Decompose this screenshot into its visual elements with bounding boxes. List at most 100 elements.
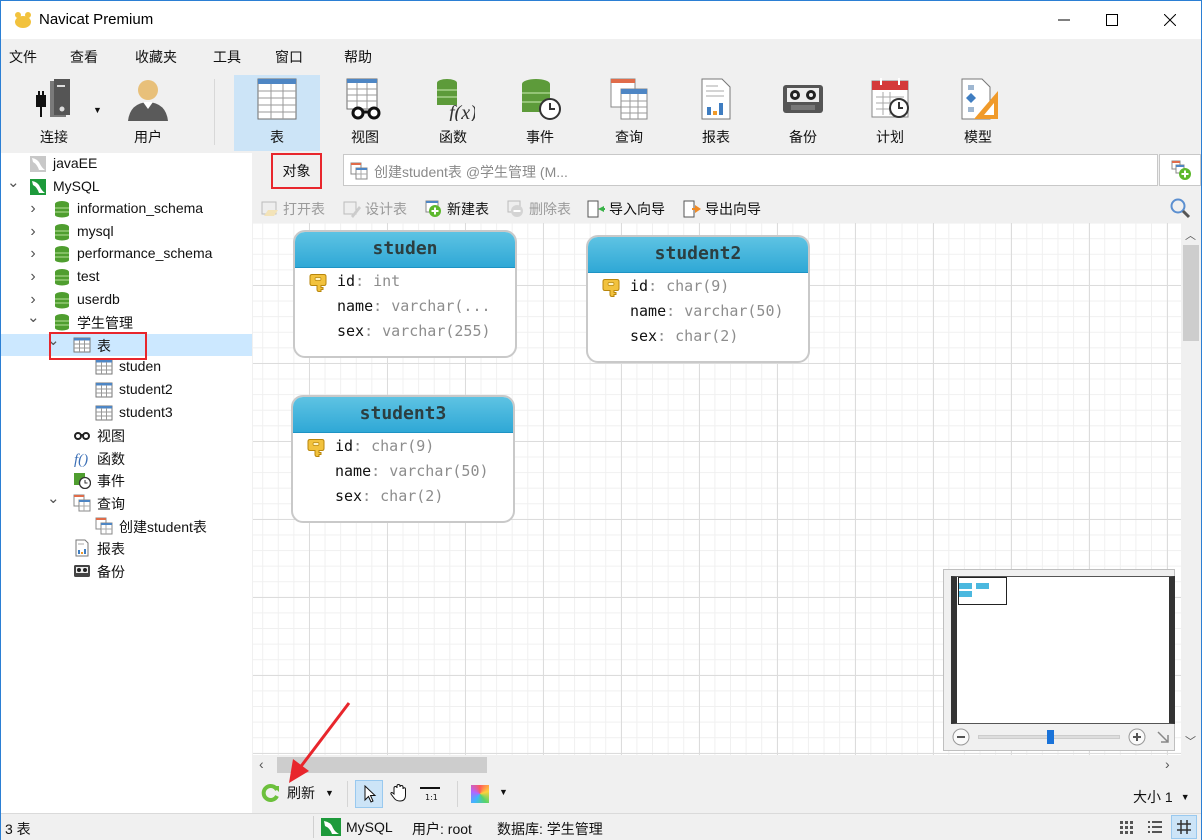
- close-button[interactable]: [1147, 1, 1193, 39]
- toolbar-model-button[interactable]: 模型: [935, 75, 1021, 151]
- menu-help[interactable]: 帮助: [344, 47, 372, 67]
- zoom-in-icon[interactable]: [1128, 728, 1146, 746]
- export-wizard-button[interactable]: 导出向导: [683, 199, 761, 219]
- chevron-right-icon[interactable]: ›: [27, 223, 39, 239]
- chevron-right-icon[interactable]: ›: [27, 246, 39, 262]
- entity-field[interactable]: sex: char(2): [630, 327, 738, 345]
- entity-studen[interactable]: studen id: int name: varchar(... sex: varch…: [293, 230, 517, 358]
- tree-item-视图[interactable]: 视图: [1, 424, 252, 446]
- tree-item-学生管理[interactable]: ⌄ 学生管理: [1, 310, 252, 333]
- entity-field[interactable]: name: varchar(...: [337, 297, 491, 315]
- detail-view-icon[interactable]: [1147, 819, 1163, 835]
- color-picker-icon[interactable]: [471, 785, 489, 803]
- entity-student2[interactable]: student2 id: char(9) name: varchar(50) sex:…: [586, 235, 810, 363]
- toolbar-table-button[interactable]: 表: [234, 75, 320, 151]
- tree-item-label: mysql: [77, 222, 114, 239]
- chevron-right-icon[interactable]: ›: [27, 269, 39, 285]
- maximize-button[interactable]: [1089, 1, 1135, 39]
- field-separator: :: [362, 487, 381, 505]
- connection-dropdown-icon[interactable]: ▼: [93, 105, 102, 115]
- chevron-down-icon[interactable]: ⌄: [47, 491, 60, 506]
- size-dropdown[interactable]: 大小 1 ▼: [1133, 787, 1190, 807]
- tree-item-test[interactable]: › test: [1, 266, 252, 288]
- vertical-scroll-thumb[interactable]: [1183, 245, 1199, 341]
- chevron-down-icon[interactable]: ⌄: [7, 175, 20, 190]
- zoom-slider[interactable]: [978, 730, 1120, 744]
- scroll-right-icon[interactable]: ›: [1165, 756, 1170, 772]
- minimap-viewport[interactable]: [958, 577, 1007, 605]
- tree-item-information_schema[interactable]: › information_schema: [1, 198, 252, 220]
- minimize-button[interactable]: [1041, 1, 1087, 39]
- database-icon: [55, 223, 69, 241]
- toolbar-view-button[interactable]: 视图: [322, 75, 408, 151]
- search-icon[interactable]: [1169, 197, 1191, 219]
- scroll-down-icon[interactable]: ﹀: [1185, 733, 1196, 749]
- tree-item-student3[interactable]: student3: [1, 402, 252, 424]
- vertical-scrollbar[interactable]: ︿ ﹀: [1181, 223, 1201, 755]
- tree-item-javaEE[interactable]: javaEE: [1, 153, 252, 175]
- minimap-view[interactable]: [951, 576, 1175, 724]
- toolbar-schedule-button[interactable]: 计划: [847, 75, 933, 151]
- tree-item-performance_schema[interactable]: › performance_schema: [1, 243, 252, 265]
- tree-item-创建student表[interactable]: 创建student表: [1, 515, 252, 537]
- resize-minimap-icon[interactable]: [1156, 730, 1170, 744]
- color-dropdown-icon[interactable]: ▼: [499, 787, 508, 797]
- entity-field[interactable]: id: int: [337, 272, 400, 290]
- menu-favorites[interactable]: 收藏夹: [135, 47, 177, 67]
- new-query-tab-button[interactable]: [1159, 154, 1201, 186]
- toolbar-function-button[interactable]: f(x) 函数: [410, 75, 496, 151]
- chevron-right-icon[interactable]: ›: [27, 291, 39, 307]
- entity-field[interactable]: sex: char(2): [335, 487, 443, 505]
- import-wizard-button[interactable]: 导入向导: [587, 199, 665, 219]
- tree-item-student2[interactable]: student2: [1, 379, 252, 401]
- design-table-button[interactable]: 设计表: [343, 199, 407, 219]
- chevron-right-icon[interactable]: ›: [27, 201, 39, 217]
- tree-item-报表[interactable]: 报表: [1, 537, 252, 559]
- toolbar-report-button[interactable]: 报表: [673, 75, 759, 151]
- horizontal-scrollbar[interactable]: ‹ ›: [253, 755, 1181, 775]
- tree-item-MySQL[interactable]: ⌄ MySQL: [1, 175, 252, 198]
- pointer-tool-button[interactable]: [355, 780, 383, 808]
- zoom-slider-thumb[interactable]: [1047, 730, 1054, 744]
- menu-file[interactable]: 文件: [9, 47, 37, 67]
- entity-field[interactable]: sex: varchar(255): [337, 322, 491, 340]
- tree-item-事件[interactable]: 事件: [1, 469, 252, 491]
- entity-field[interactable]: name: varchar(50): [335, 462, 489, 480]
- entity-student3[interactable]: student3 id: char(9) name: varchar(50) sex:…: [291, 395, 515, 523]
- highlight-box-table-node: [49, 332, 147, 360]
- delete-table-button[interactable]: 删除表: [507, 199, 571, 219]
- toolbar-backup-button[interactable]: 备份: [760, 75, 846, 151]
- menu-view[interactable]: 查看: [70, 47, 98, 67]
- scroll-up-icon[interactable]: ︿: [1185, 227, 1196, 243]
- menu-tools[interactable]: 工具: [213, 47, 241, 67]
- tree-item-函数[interactable]: f() 函数: [1, 447, 252, 469]
- query-icon: [73, 494, 91, 512]
- menu-window[interactable]: 窗口: [275, 47, 303, 67]
- new-table-button[interactable]: 新建表: [425, 199, 489, 219]
- tree-item-userdb[interactable]: › userdb: [1, 289, 252, 311]
- er-diagram-view-button[interactable]: [1171, 815, 1197, 839]
- entity-field[interactable]: id: char(9): [335, 437, 434, 455]
- field-type: int: [373, 272, 401, 290]
- toolbar-event-button[interactable]: 事件: [497, 75, 583, 151]
- toolbar-query-button[interactable]: 查询: [586, 75, 672, 151]
- open-table-button[interactable]: 打开表: [261, 199, 325, 219]
- actual-size-icon[interactable]: 1:1: [419, 785, 441, 803]
- tree-item-mysql[interactable]: › mysql: [1, 221, 252, 243]
- tree-item-查询[interactable]: ⌄ 查询: [1, 491, 252, 514]
- scroll-left-icon[interactable]: ‹: [259, 756, 264, 772]
- tree-item-备份[interactable]: 备份: [1, 560, 252, 582]
- toolbar-connection-label: 连接: [40, 129, 68, 145]
- toolbar-user-button[interactable]: 用户: [105, 75, 191, 151]
- chevron-down-icon[interactable]: ⌄: [27, 310, 40, 325]
- field-type: char(2): [380, 487, 444, 505]
- refresh-dropdown-icon[interactable]: ▼: [325, 788, 334, 798]
- entity-field[interactable]: id: char(9): [630, 277, 729, 295]
- tab-query-create-student[interactable]: 创建student表 @学生管理 (M...: [343, 154, 1158, 186]
- entity-field[interactable]: name: varchar(50): [630, 302, 784, 320]
- zoom-out-icon[interactable]: [952, 728, 970, 746]
- list-small-view-icon[interactable]: [1119, 819, 1135, 835]
- hand-tool-icon[interactable]: [389, 783, 409, 803]
- toolbar-connection-button[interactable]: 连接 ▼: [11, 75, 102, 151]
- field-type: char(9): [666, 277, 730, 295]
